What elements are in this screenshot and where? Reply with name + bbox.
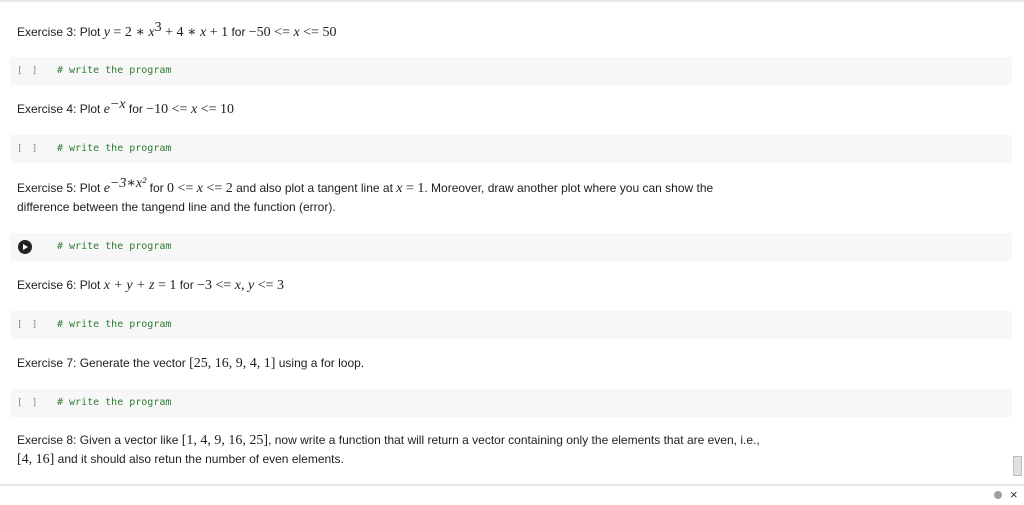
scrollbar-thumb[interactable] [1013,456,1022,476]
close-icon[interactable]: × [1010,488,1018,502]
exercise-4-text: Exercise 4: Plot e−x for −10 <= x <= 10 [17,97,234,118]
bottom-divider [0,484,1024,486]
code-cell-5-active[interactable]: # write the program [10,233,1012,261]
exercise-6-text: Exercise 6: Plot x + y + z = 1 for −3 <=… [17,278,284,293]
code-comment[interactable]: # write the program [57,397,171,408]
exercise-3-text: Exercise 3: Plot y = 2 ∗ x3 + 4 ∗ x + 1 … [17,20,337,41]
code-comment[interactable]: # write the program [57,143,171,154]
exercise-5-text: Exercise 5: Plot e−3∗x² for 0 <= x <= 2 … [17,176,1007,216]
top-divider [0,0,1024,2]
cell-run-bracket[interactable]: [ ] [17,398,39,408]
cell-run-bracket[interactable]: [ ] [17,144,39,154]
exercise-8-text: Exercise 8: Given a vector like [1, 4, 9… [17,431,1007,469]
code-cell-7[interactable]: [ ] # write the program [10,389,1012,417]
exercise-5-line-2: difference between the tangend line and … [17,200,336,214]
cell-run-bracket[interactable]: [ ] [17,66,39,76]
cell-run-bracket[interactable]: [ ] [17,320,39,330]
code-cell-3[interactable]: [ ] # write the program [10,57,1012,85]
status-dot-icon [994,491,1002,499]
code-cell-4[interactable]: [ ] # write the program [10,135,1012,163]
code-comment[interactable]: # write the program [57,65,171,76]
code-cell-6[interactable]: [ ] # write the program [10,311,1012,339]
play-icon[interactable] [18,240,32,254]
code-comment[interactable]: # write the program [57,319,171,330]
code-comment[interactable]: # write the program [57,241,171,252]
exercise-8-line-2: [4, 16] and it should also retun the num… [17,452,344,467]
exercise-8-line-1: Exercise 8: Given a vector like [1, 4, 9… [17,433,760,448]
exercise-5-line-1: Exercise 5: Plot e−3∗x² for 0 <= x <= 2 … [17,176,714,197]
exercise-7-text: Exercise 7: Generate the vector [25, 16,… [17,356,365,371]
